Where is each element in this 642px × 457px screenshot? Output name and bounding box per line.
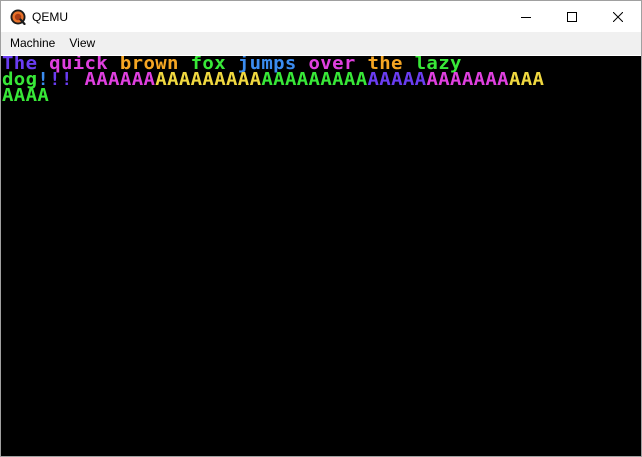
screen-text-line: dog!!! AAAAAAAAAAAAAAAAAAAAAAAAAAAAAAAAA… bbox=[2, 69, 545, 90]
close-icon bbox=[613, 11, 623, 22]
screen-text-segment: AAAAA bbox=[367, 69, 427, 90]
screen-text-segment: AAAA bbox=[2, 85, 50, 106]
close-button[interactable] bbox=[595, 1, 641, 32]
qemu-logo-icon bbox=[10, 9, 26, 25]
maximize-button[interactable] bbox=[549, 1, 595, 32]
maximize-icon bbox=[567, 11, 577, 22]
screen-text-segment bbox=[73, 69, 85, 89]
screen-text-segment: AAAAAAAAA bbox=[155, 69, 262, 90]
title-bar[interactable]: QEMU bbox=[1, 1, 641, 32]
screen-text-line: AAAA bbox=[2, 85, 50, 106]
menu-view[interactable]: View bbox=[62, 32, 102, 55]
screen-text-segment: AAAAAAAAA bbox=[261, 69, 368, 90]
screen-text-segment: AAA bbox=[508, 69, 545, 90]
window-controls bbox=[503, 1, 641, 32]
screen-text-segment: AAAAAA bbox=[84, 69, 156, 90]
minimize-icon bbox=[521, 16, 531, 18]
screen-text-segment: AAAAAAA bbox=[426, 69, 509, 90]
menu-bar: Machine View bbox=[1, 32, 641, 55]
screen-text-segment: !! bbox=[49, 69, 73, 90]
minimize-button[interactable] bbox=[503, 1, 549, 32]
window-title: QEMU bbox=[32, 10, 68, 24]
qemu-window: QEMU Machine View The quick brown fox ju… bbox=[0, 0, 642, 457]
menu-machine[interactable]: Machine bbox=[3, 32, 62, 55]
guest-display[interactable]: The quick brown fox jumps over the lazy d… bbox=[1, 56, 641, 456]
